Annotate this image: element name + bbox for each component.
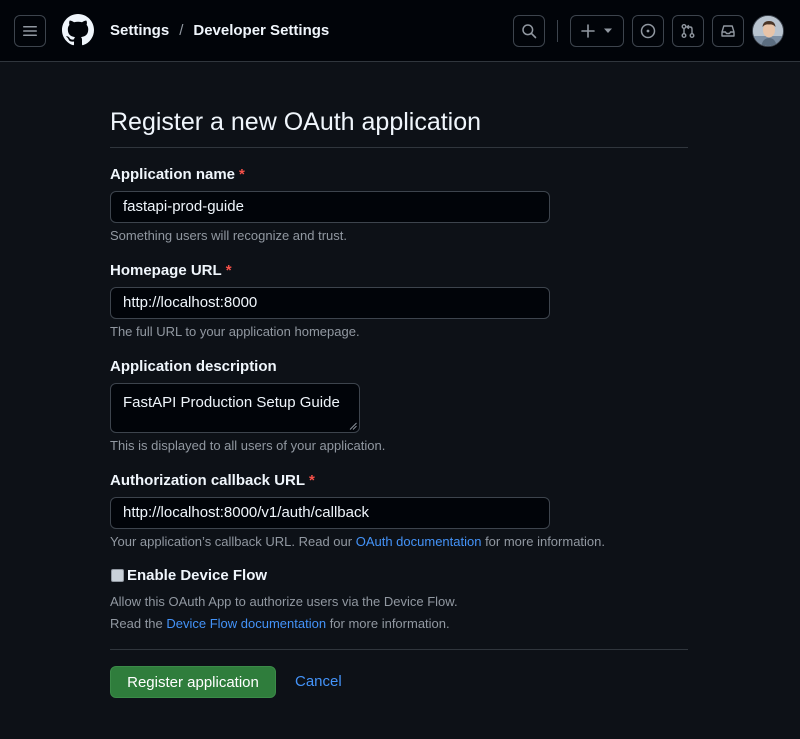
search-button[interactable]: [513, 15, 545, 47]
user-avatar-image: [753, 16, 783, 46]
oauth-documentation-link[interactable]: OAuth documentation: [356, 534, 482, 549]
homepage-url-hint: The full URL to your application homepag…: [110, 324, 360, 339]
issue-opened-icon: [640, 23, 656, 39]
callback-hint-prefix: Your application’s callback URL. Read ou…: [110, 534, 356, 549]
callback-hint-suffix: for more information.: [481, 534, 605, 549]
callback-url-input[interactable]: http://localhost:8000/v1/auth/callback: [110, 497, 550, 529]
device-flow-documentation-link[interactable]: Device Flow documentation: [166, 616, 326, 631]
title-divider: [110, 147, 688, 148]
app-name-input[interactable]: fastapi-prod-guide: [110, 191, 550, 223]
issues-button[interactable]: [632, 15, 664, 47]
pull-requests-button[interactable]: [672, 15, 704, 47]
form-footer-divider: [110, 649, 688, 650]
description-value: FastAPI Production Setup Guide: [123, 394, 340, 411]
breadcrumb: Settings / Developer Settings: [110, 21, 329, 41]
git-pull-request-icon: [681, 24, 695, 38]
callback-url-label: Authorization callback URL *: [110, 471, 315, 491]
breadcrumb-developer-settings[interactable]: Developer Settings: [193, 21, 329, 41]
homepage-url-label: Homepage URL *: [110, 261, 232, 281]
breadcrumb-separator: /: [179, 22, 184, 39]
enable-device-flow-label[interactable]: Enable Device Flow: [127, 566, 267, 586]
description-textarea[interactable]: FastAPI Production Setup Guide: [110, 383, 360, 433]
device-flow-hint-line1: Allow this OAuth App to authorize users …: [110, 594, 458, 609]
plus-icon: [581, 24, 595, 38]
device-flow-hint-line2: Read the Device Flow documentation for m…: [110, 615, 450, 633]
github-logo-icon[interactable]: [62, 14, 94, 46]
top-header: Settings / Developer Settings: [0, 0, 800, 62]
callback-url-hint: Your application’s callback URL. Read ou…: [110, 533, 605, 551]
cancel-link[interactable]: Cancel: [295, 672, 342, 692]
description-label: Application description: [110, 358, 277, 375]
hamburger-menu-icon: [23, 26, 37, 36]
description-hint: This is displayed to all users of your a…: [110, 438, 386, 453]
app-name-hint: Something users will recognize and trust…: [110, 228, 348, 243]
enable-device-flow-checkbox[interactable]: [111, 569, 124, 582]
device-flow-hint-prefix: Read the: [110, 616, 167, 631]
inbox-button[interactable]: [712, 15, 744, 47]
register-application-button[interactable]: Register application: [110, 666, 276, 698]
search-icon: [522, 24, 537, 39]
create-new-button[interactable]: [570, 15, 624, 47]
app-name-label-text: Application name: [110, 166, 236, 183]
inbox-icon: [721, 25, 735, 37]
breadcrumb-settings[interactable]: Settings: [110, 21, 169, 41]
app-name-label: Application name *: [110, 165, 245, 185]
menu-button[interactable]: [14, 15, 46, 47]
header-divider: [557, 20, 558, 42]
resize-handle-icon[interactable]: [349, 422, 357, 430]
page-title: Register a new OAuth application: [110, 108, 482, 136]
device-flow-hint-suffix: for more information.: [326, 616, 450, 631]
callback-url-label-text: Authorization callback URL: [110, 472, 306, 489]
required-marker: *: [225, 262, 232, 279]
homepage-url-input[interactable]: http://localhost:8000: [110, 287, 550, 319]
user-avatar[interactable]: [752, 15, 784, 47]
homepage-url-label-text: Homepage URL: [110, 262, 222, 279]
caret-down-icon: [604, 28, 612, 33]
required-marker: *: [239, 166, 245, 183]
required-marker: *: [309, 472, 315, 489]
